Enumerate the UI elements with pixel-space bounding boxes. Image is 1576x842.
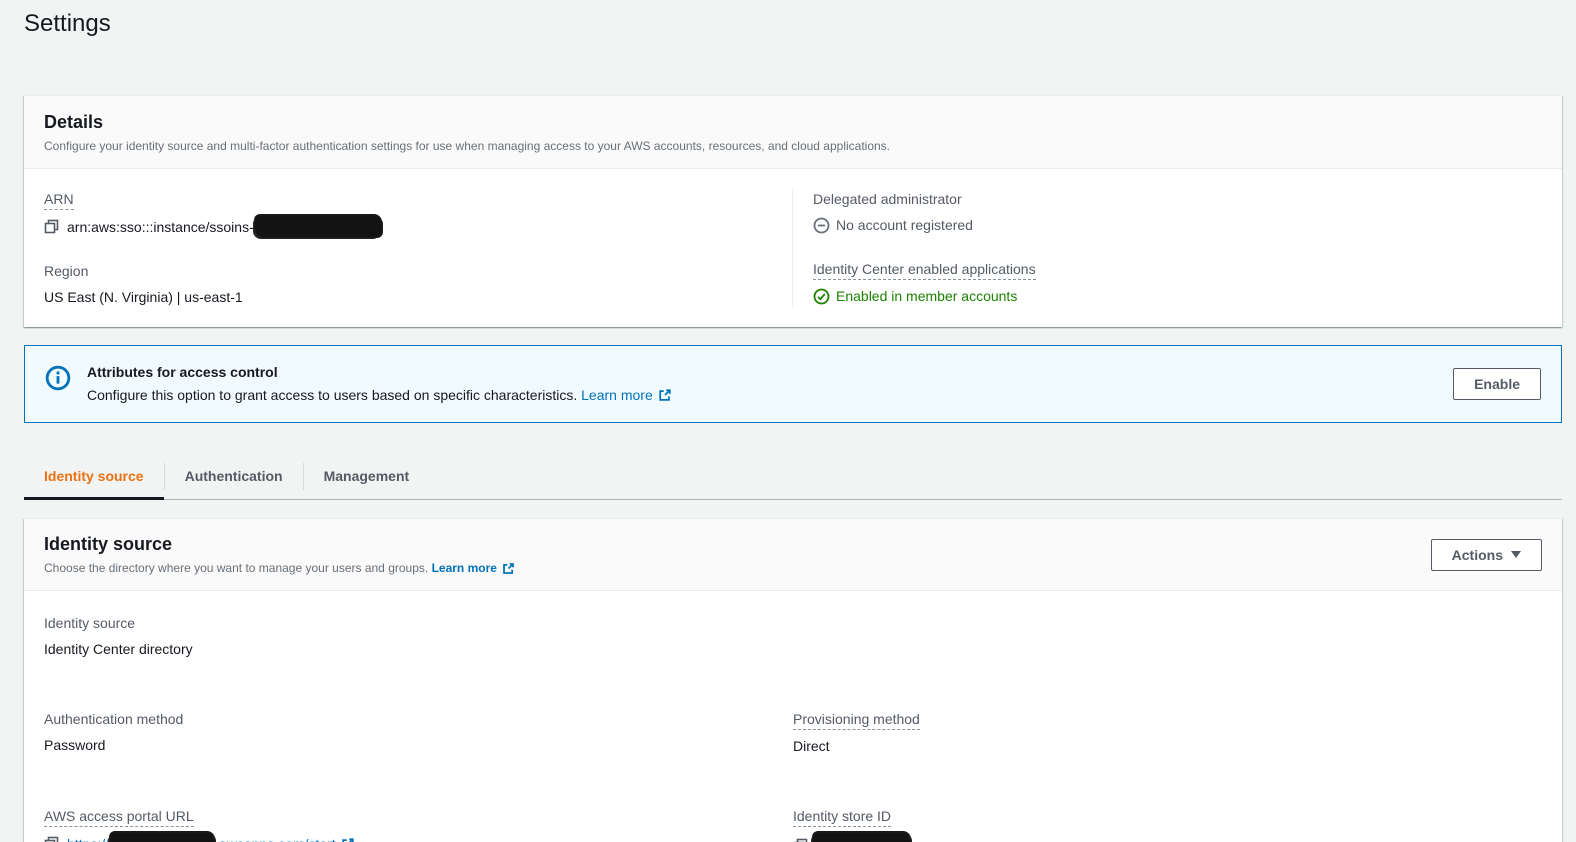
enabled-applications-status-text: Enabled in member accounts [836, 286, 1017, 306]
identity-source-learn-more-label: Learn more [432, 560, 497, 576]
region-label: Region [44, 261, 772, 281]
banner-title: Attributes for access control [87, 362, 1437, 382]
identity-source-card: Identity source Choose the directory whe… [24, 518, 1562, 842]
delegated-administrator-field: Delegated administrator No account regis… [813, 189, 1542, 235]
identity-source-learn-more-link[interactable]: Learn more [432, 560, 515, 576]
access-portal-url-label: AWS access portal URL [44, 806, 793, 827]
details-card: Details Configure your identity source a… [24, 95, 1562, 327]
authentication-method-label: Authentication method [44, 709, 793, 729]
arn-redacted-value [255, 216, 381, 237]
settings-tabs: Identity source Authentication Managemen… [24, 454, 1562, 500]
access-portal-url-field: AWS access portal URL https:// .awsapps.… [44, 806, 793, 842]
provisioning-method-field: Provisioning method Direct [793, 709, 1542, 756]
external-link-icon [502, 562, 515, 575]
chevron-down-icon [1511, 551, 1521, 558]
identity-source-card-header: Identity source Choose the directory whe… [24, 519, 1562, 591]
identity-store-id-field: Identity store ID [793, 806, 1542, 842]
access-portal-url-value: https:// .awsapps.com/start [44, 833, 793, 842]
region-field: Region US East (N. Virginia) | us-east-1 [44, 261, 772, 307]
banner-learn-more-link[interactable]: Learn more [581, 384, 672, 406]
identity-source-description-text: Choose the directory where you want to m… [44, 561, 428, 575]
access-portal-url-redacted [110, 833, 214, 842]
arn-field: ARN arn:aws:sso:::instance/ssoins- [44, 189, 772, 237]
identity-source-card-description: Choose the directory where you want to m… [44, 560, 515, 576]
check-circle-icon [813, 288, 830, 305]
access-portal-url-link[interactable]: https:// .awsapps.com/start [67, 833, 355, 842]
external-link-icon [341, 837, 355, 842]
delegated-administrator-status-text: No account registered [836, 215, 973, 235]
enabled-applications-label-text: Identity Center enabled applications [813, 261, 1036, 280]
arn-label: ARN [44, 189, 772, 210]
provisioning-method-value: Direct [793, 736, 1542, 756]
details-card-title: Details [44, 111, 1542, 133]
tab-identity-source[interactable]: Identity source [24, 454, 164, 499]
identity-source-card-title: Identity source [44, 533, 515, 555]
banner-description-text: Configure this option to grant access to… [87, 387, 577, 403]
minus-circle-icon [813, 217, 830, 234]
provisioning-method-label: Provisioning method [793, 709, 1542, 730]
identity-source-field: Identity source Identity Center director… [44, 613, 793, 659]
attributes-info-banner: Attributes for access control Configure … [24, 345, 1562, 423]
banner-text: Attributes for access control Configure … [87, 362, 1437, 406]
identity-source-label: Identity source [44, 613, 793, 633]
identity-store-id-redacted [813, 833, 910, 842]
details-card-description: Configure your identity source and multi… [44, 138, 1542, 154]
delegated-administrator-status: No account registered [813, 215, 1542, 235]
banner-learn-more-label: Learn more [581, 384, 653, 406]
authentication-method-field: Authentication method Password [44, 709, 793, 756]
external-link-icon [658, 388, 672, 402]
copy-icon[interactable] [44, 219, 60, 235]
arn-label-text: ARN [44, 191, 74, 210]
info-icon [45, 365, 71, 391]
copy-icon[interactable] [44, 836, 60, 842]
identity-source-value: Identity Center directory [44, 639, 793, 659]
details-left-column: ARN arn:aws:sso:::instance/ssoins- Regio… [44, 189, 793, 307]
region-value: US East (N. Virginia) | us-east-1 [44, 287, 772, 307]
details-card-body: ARN arn:aws:sso:::instance/ssoins- Regio… [24, 169, 1562, 327]
arn-value-text: arn:aws:sso:::instance/ssoins- [67, 217, 254, 237]
authentication-method-value: Password [44, 735, 793, 755]
identity-store-id-label-text: Identity store ID [793, 808, 891, 827]
enabled-applications-status: Enabled in member accounts [813, 286, 1542, 306]
actions-button[interactable]: Actions [1431, 539, 1542, 571]
provisioning-method-label-text: Provisioning method [793, 711, 920, 730]
access-portal-url-prefix: https:// [67, 834, 109, 842]
page-title: Settings [24, 8, 1562, 40]
access-portal-url-suffix: .awsapps.com/start [215, 834, 336, 842]
identity-store-id-label: Identity store ID [793, 806, 1542, 827]
banner-description: Configure this option to grant access to… [87, 384, 1437, 406]
delegated-administrator-label: Delegated administrator [813, 189, 1542, 209]
enabled-applications-label: Identity Center enabled applications [813, 259, 1542, 280]
copy-icon[interactable] [793, 838, 809, 842]
actions-button-label: Actions [1452, 545, 1503, 565]
details-card-header: Details Configure your identity source a… [24, 96, 1562, 169]
identity-source-card-body: Identity source Identity Center director… [24, 591, 1562, 842]
enabled-applications-field: Identity Center enabled applications Ena… [813, 259, 1542, 306]
access-portal-url-label-text: AWS access portal URL [44, 808, 194, 827]
tab-management[interactable]: Management [304, 454, 430, 499]
empty-cell [793, 613, 1542, 683]
arn-value: arn:aws:sso:::instance/ssoins- [44, 216, 772, 237]
details-right-column: Delegated administrator No account regis… [793, 189, 1542, 307]
enable-button[interactable]: Enable [1453, 368, 1541, 400]
identity-store-id-value [793, 833, 1542, 842]
identity-source-header-text: Identity source Choose the directory whe… [44, 533, 515, 576]
tab-authentication[interactable]: Authentication [165, 454, 303, 499]
